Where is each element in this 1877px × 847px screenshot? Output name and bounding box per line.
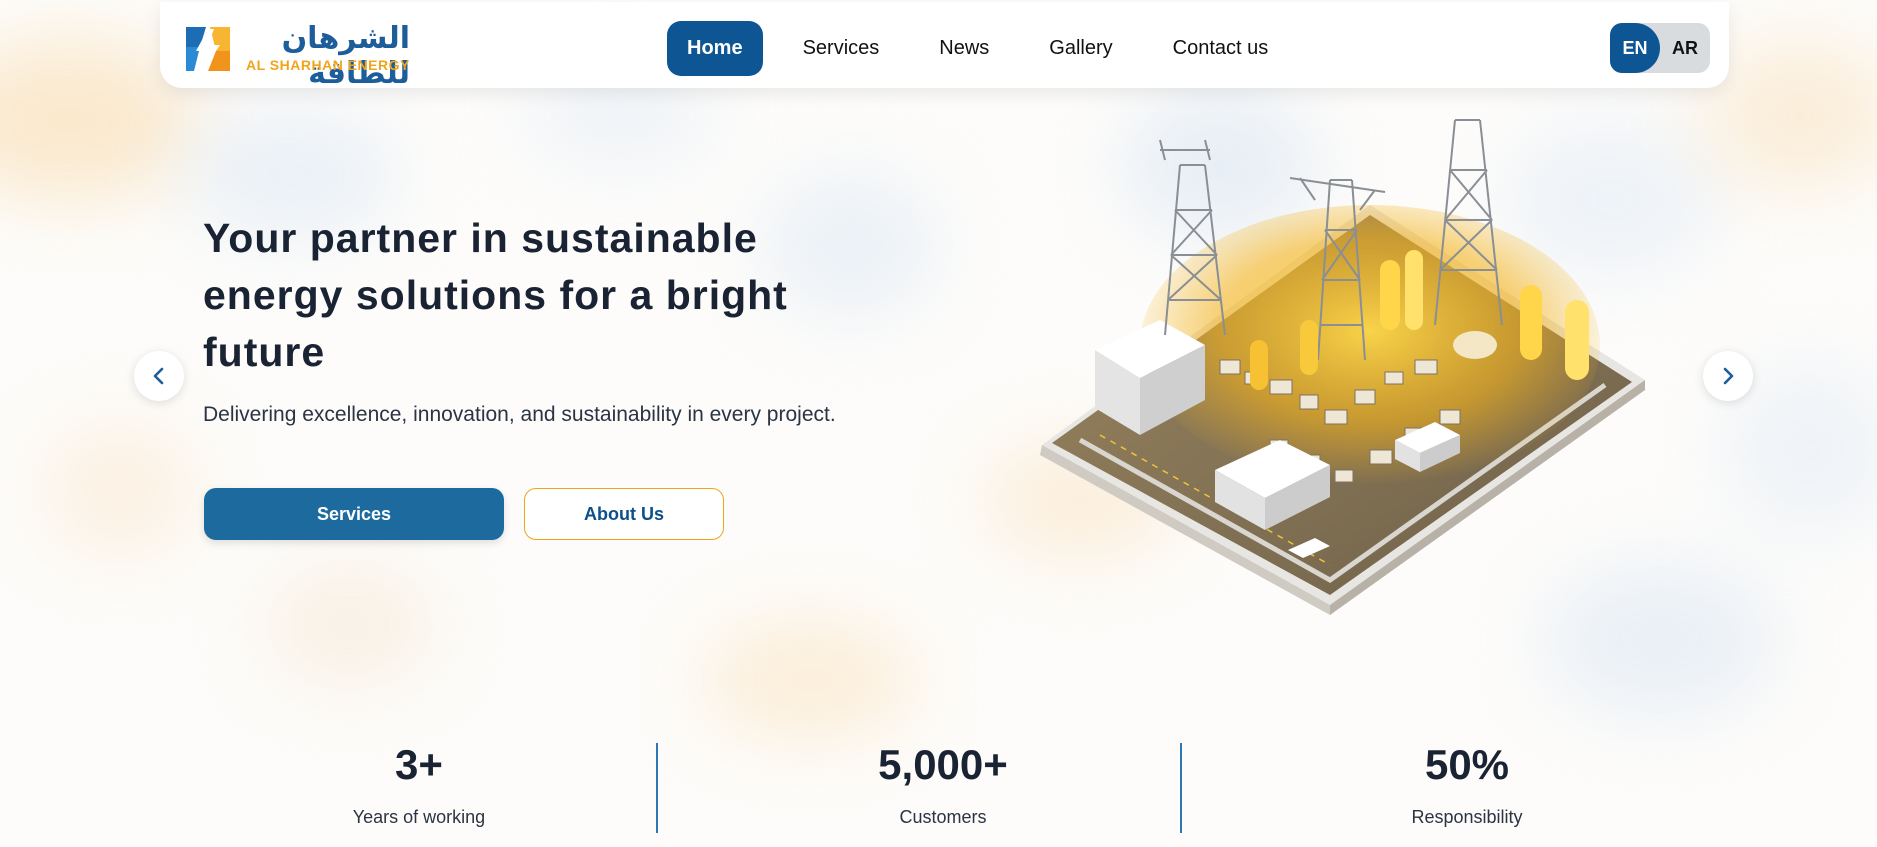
main-nav: Home Services News Gallery Contact us: [667, 21, 1308, 76]
language-ar-button[interactable]: AR: [1660, 23, 1710, 73]
stat-customers: 5,000+ Customers: [793, 735, 1093, 828]
hero-subtitle: Delivering excellence, innovation, and s…: [203, 403, 836, 426]
stat-label: Customers: [899, 807, 987, 827]
language-en-button[interactable]: EN: [1610, 23, 1660, 73]
navbar: الشرهان للطاقة AL SHARHAN ENERGY Home Se…: [160, 2, 1729, 91]
nav-item-services[interactable]: Services: [783, 21, 900, 76]
brand-logo[interactable]: الشرهان للطاقة AL SHARHAN ENERGY: [180, 21, 411, 91]
stat-divider: [1180, 743, 1182, 833]
chevron-right-icon: [1723, 367, 1734, 385]
hero-title: Your partner in sustainable energy solut…: [203, 215, 788, 375]
stat-value: 50%: [1424, 741, 1510, 788]
slider-prev-button[interactable]: [134, 351, 184, 401]
nav-item-home[interactable]: Home: [667, 21, 763, 76]
stats-section: 3+ Years of working 5,000+ Customers 50%…: [0, 735, 1877, 847]
brand-name-english: AL SHARHAN ENERGY: [246, 57, 410, 73]
nav-item-news[interactable]: News: [919, 21, 1009, 76]
stat-value: 3+: [395, 741, 443, 788]
chevron-left-icon: [153, 367, 164, 385]
stat-value: 5,000+: [878, 741, 1008, 788]
energy-plant-illustration: [1040, 119, 1645, 615]
nav-item-gallery[interactable]: Gallery: [1029, 21, 1132, 76]
slider-next-button[interactable]: [1703, 351, 1753, 401]
stat-responsibility: 50% Responsibility: [1317, 735, 1617, 828]
language-switcher: EN AR: [1610, 23, 1710, 73]
about-us-button[interactable]: About Us: [524, 488, 724, 540]
lightning-bolt-logo-icon: [180, 21, 236, 77]
brand-name-arabic: الشرهان للطاقة: [281, 21, 411, 91]
nav-item-contact[interactable]: Contact us: [1153, 21, 1289, 76]
stat-divider: [656, 743, 658, 833]
stat-label: Responsibility: [1411, 807, 1523, 827]
stat-years: 3+ Years of working: [269, 735, 569, 828]
stat-label: Years of working: [352, 807, 486, 827]
services-button[interactable]: Services: [204, 488, 504, 540]
